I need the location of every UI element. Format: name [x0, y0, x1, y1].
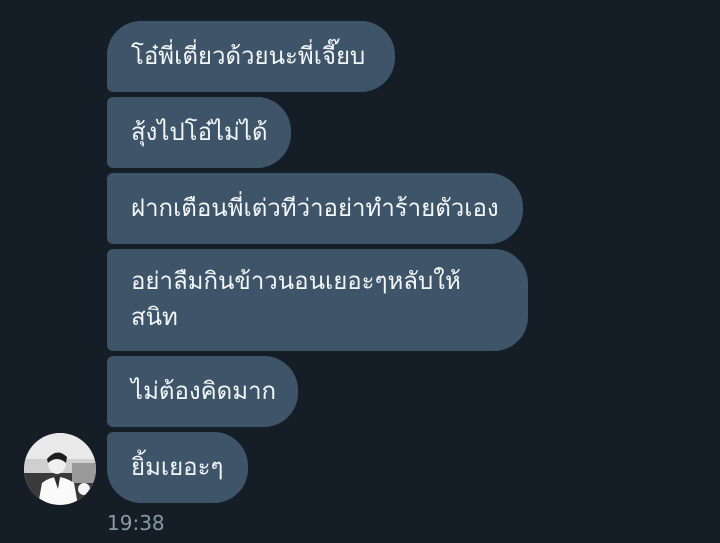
message-bubble-4[interactable]: อย่าลืมกินข้าวนอนเยอะๆหลับให้สนิท	[107, 249, 528, 351]
message-bubble-1[interactable]: โอ๋พี่เตี่ยวด้วยนะพี่เจี๊ยบ	[107, 21, 395, 92]
message-bubble-3[interactable]: ฝากเตือนพี่เต่วทีว่าอย่าทำร้ายตัวเอง	[107, 173, 523, 244]
message-text: ไม่ต้องคิดมาก	[131, 377, 277, 405]
message-text: ฝากเตือนพี่เต่วทีว่าอย่าทำร้ายตัวเอง	[131, 194, 499, 222]
message-timestamp: 19:38	[107, 511, 165, 535]
message-text: ยิ้มเยอะๆ	[131, 453, 224, 481]
user-avatar-photo-icon	[24, 433, 96, 505]
message-bubble-5[interactable]: ไม่ต้องคิดมาก	[107, 356, 298, 427]
avatar[interactable]	[24, 433, 96, 505]
message-bubble-6[interactable]: ยิ้มเยอะๆ	[107, 432, 248, 503]
message-bubble-2[interactable]: สุ้งไปโอ๋ไม่ได้	[107, 97, 291, 168]
message-text: สุ้งไปโอ๋ไม่ได้	[131, 118, 268, 146]
message-text: โอ๋พี่เตี่ยวด้วยนะพี่เจี๊ยบ	[131, 42, 366, 70]
chat-thread: โอ๋พี่เตี่ยวด้วยนะพี่เจี๊ยบ สุ้งไปโอ๋ไม่…	[0, 0, 720, 543]
message-text: อย่าลืมกินข้าวนอนเยอะๆหลับให้สนิท	[131, 267, 461, 331]
